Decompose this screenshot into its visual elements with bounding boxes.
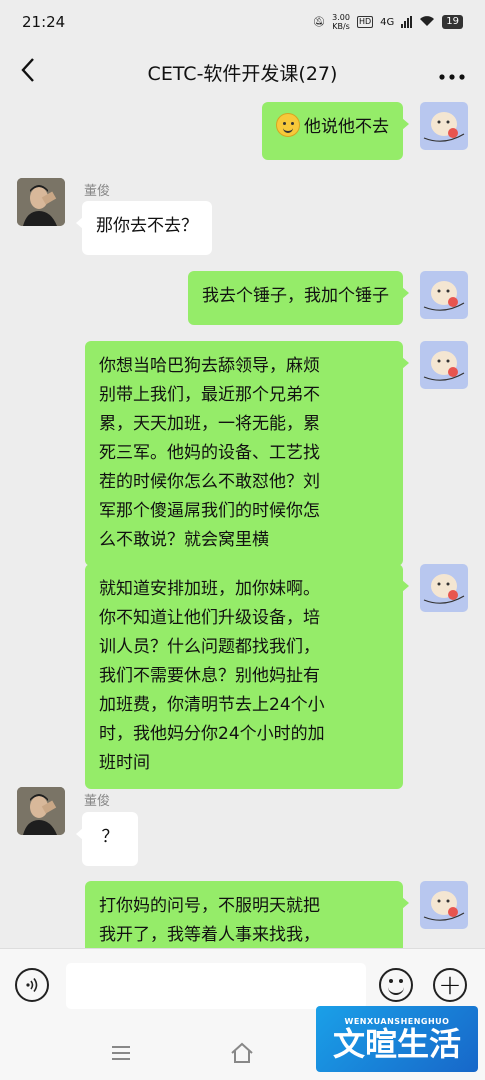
message-bubble[interactable]: 你想当哈巴狗去舔领导，麻烦 别带上我们，最近那个兄弟不 累，天天加班，一将无能，… (85, 341, 409, 566)
avatar[interactable] (420, 271, 468, 319)
avatar[interactable] (17, 178, 65, 226)
avatar[interactable] (17, 787, 65, 835)
avatar[interactable] (420, 564, 468, 612)
status-bar: 21:24 🔕︎ 3.00 KB/s HD 4G 19 (0, 0, 485, 44)
chat-header: CETC-软件开发课(27) (0, 44, 485, 100)
status-indicators: 🔕︎ 3.00 KB/s HD 4G 19 (312, 13, 463, 31)
mute-icon: 🔕︎ (312, 16, 326, 28)
message-input[interactable] (66, 963, 366, 1009)
message-bubble[interactable]: 他说他不去 (262, 102, 409, 160)
plus-icon[interactable]: + (433, 968, 467, 1002)
message-bubble[interactable]: 打你妈的问号，不服明天就把 我开了，我等着人事来找我， (85, 881, 409, 948)
message-bubble[interactable]: 那你去不去？ (76, 201, 212, 255)
signal-icon (401, 16, 413, 28)
chat-title: CETC-软件开发课(27) (147, 62, 338, 85)
menu-icon[interactable] (112, 1046, 130, 1060)
message-bubble[interactable]: 就知道安排加班，加你妹啊。 你不知道让他们升级设备，培 训人员？什么问题都找我们… (85, 564, 409, 789)
watermark-logo: WENXUANSHENGHUO 文暄生活 (316, 1006, 478, 1072)
battery-icon: 19 (442, 15, 463, 29)
message-bubble[interactable]: 我去个锤子，我加个锤子 (188, 271, 409, 325)
emoji-icon[interactable] (379, 968, 413, 1002)
sender-name: 董俊 (84, 184, 111, 199)
message-bubble[interactable]: ？ (76, 812, 138, 866)
voice-icon[interactable] (15, 968, 49, 1002)
status-time: 21:24 (22, 13, 66, 31)
chat-message-list[interactable]: 他说他不去 董俊 那你去不去？ 我去个锤子，我加个锤子 你想当哈巴狗去舔领导，麻… (0, 100, 485, 948)
smile-emoji-icon (276, 113, 300, 137)
wifi-icon (419, 15, 435, 30)
network-speed: 3.00 KB/s (332, 13, 350, 31)
home-icon[interactable] (230, 1042, 254, 1064)
avatar[interactable] (420, 102, 468, 150)
sender-name: 董俊 (84, 794, 111, 809)
back-icon[interactable] (20, 57, 44, 88)
avatar[interactable] (420, 881, 468, 929)
network-type: 4G (380, 16, 395, 28)
more-dots-icon[interactable] (439, 58, 465, 86)
hd-badge: HD (356, 16, 374, 28)
avatar[interactable] (420, 341, 468, 389)
